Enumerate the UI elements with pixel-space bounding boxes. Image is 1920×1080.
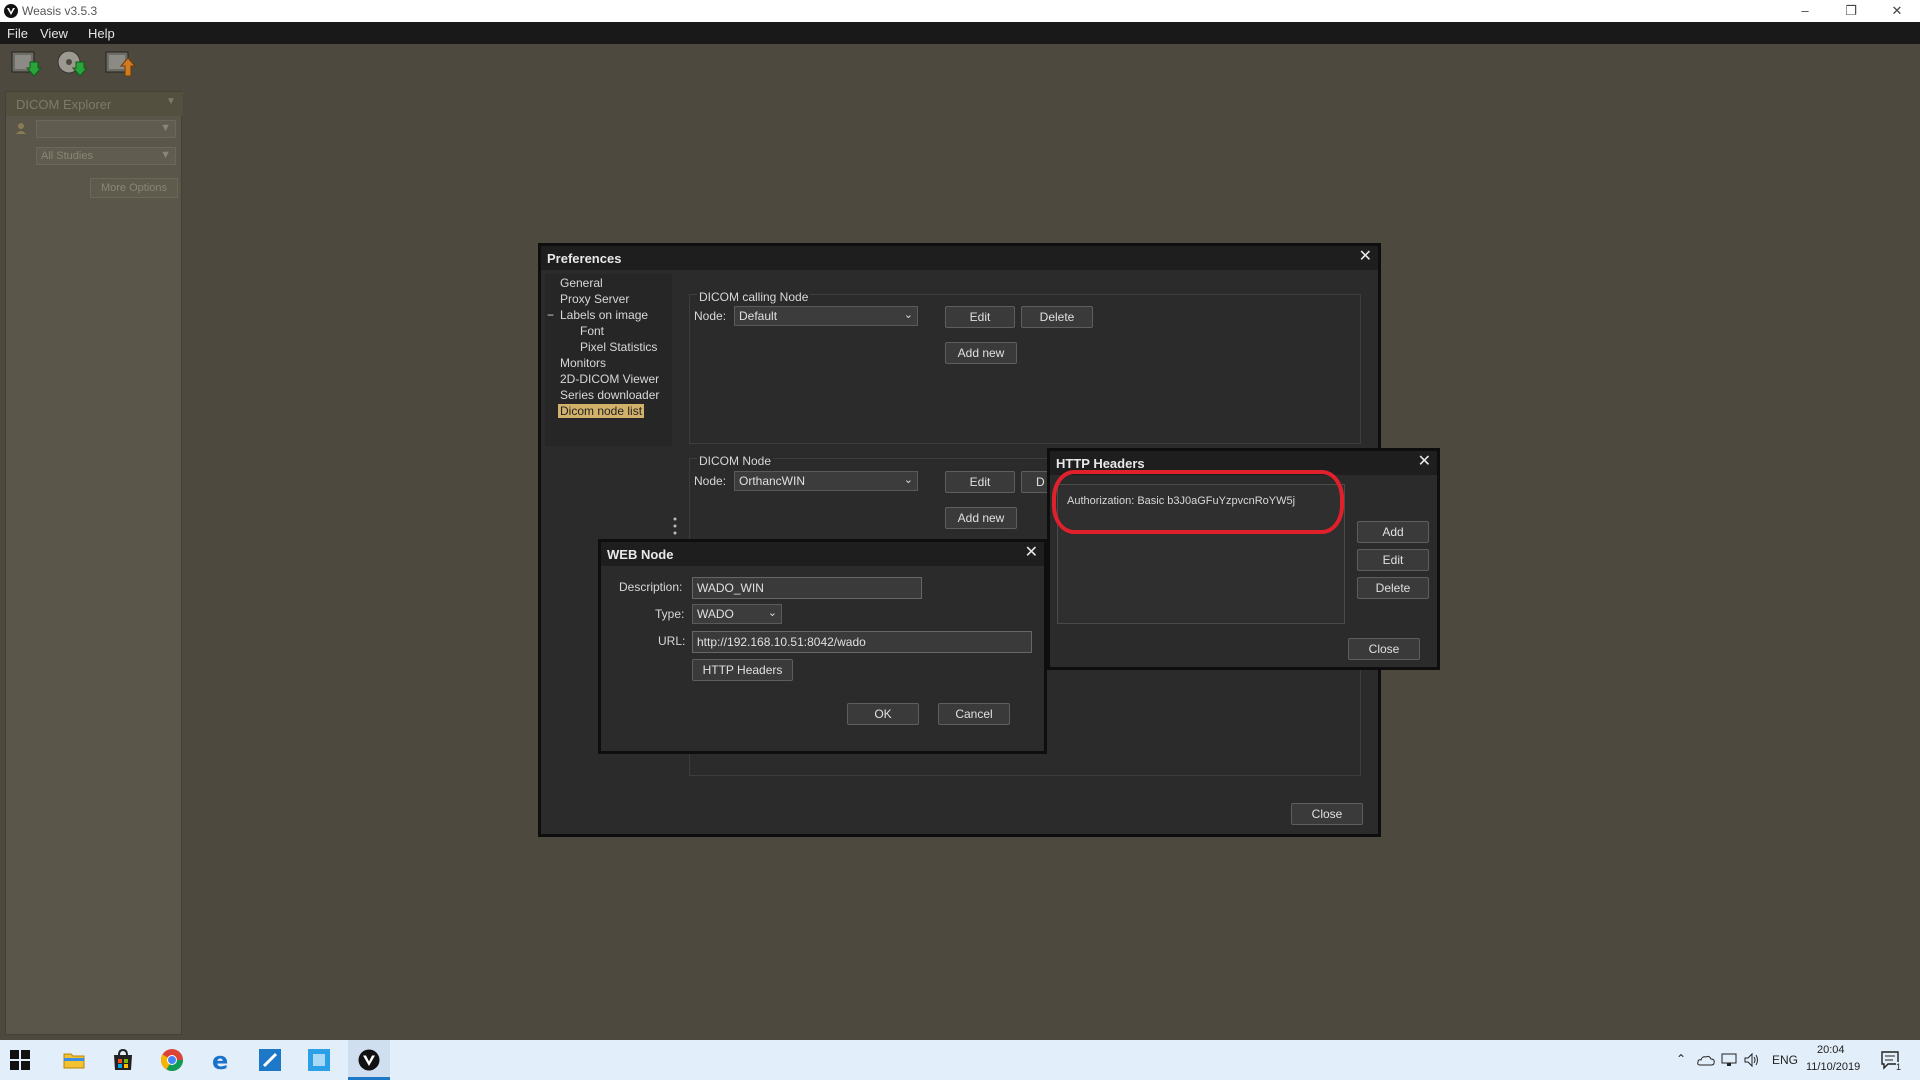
type-label: Type: — [655, 607, 685, 621]
tree-item-monitors[interactable]: Monitors — [560, 356, 606, 370]
main-toolbar — [0, 44, 1920, 84]
http-headers-button[interactable]: HTTP Headers — [692, 659, 793, 681]
patient-icon — [16, 123, 26, 134]
minimize-button[interactable]: – — [1782, 0, 1828, 22]
tree-item-series-downloader[interactable]: Series downloader — [560, 388, 659, 402]
calling-node-group-label: DICOM calling Node — [697, 290, 811, 304]
windows-start-icon[interactable] — [10, 1050, 30, 1070]
menu-help[interactable]: Help — [88, 26, 115, 41]
window-title: Weasis v3.5.3 — [22, 4, 98, 18]
dicom-node-group-label: DICOM Node — [697, 454, 774, 468]
calling-node-add-new-button[interactable]: Add new — [945, 342, 1017, 364]
chrome-icon[interactable] — [160, 1048, 184, 1072]
more-options-button[interactable]: More Options — [90, 178, 178, 198]
app-icon-lightblue[interactable] — [307, 1048, 331, 1072]
dicom-explorer-panel: DICOM Explorer ▼ ▼ All Studies ▼ More Op… — [5, 91, 183, 1035]
onedrive-icon[interactable] — [1697, 1053, 1715, 1067]
menu-file[interactable]: File — [7, 26, 28, 41]
restore-button[interactable]: ❐ — [1828, 0, 1874, 22]
studies-combo[interactable]: All Studies ▼ — [36, 147, 176, 165]
svg-text:e: e — [212, 1048, 228, 1072]
tree-item-dicom-node-list[interactable]: Dicom node list — [558, 404, 645, 418]
dicom-node-edit-button[interactable]: Edit — [945, 471, 1015, 493]
clock-date[interactable]: 11/10/2019 — [1806, 1061, 1860, 1073]
preferences-title: Preferences — [547, 251, 622, 266]
preferences-tree: General Proxy Server − Labels on image F… — [545, 274, 672, 446]
headers-add-button[interactable]: Add — [1357, 521, 1429, 543]
tree-item-proxy-server[interactable]: Proxy Server — [560, 292, 629, 306]
chevron-down-icon: ▼ — [160, 149, 171, 161]
description-label: Description: — [619, 580, 683, 594]
url-label: URL: — [658, 634, 686, 648]
headers-edit-button[interactable]: Edit — [1357, 549, 1429, 571]
tree-item-labels-on-image[interactable]: Labels on image — [560, 308, 648, 322]
calling-node-edit-button[interactable]: Edit — [945, 306, 1015, 328]
volume-icon[interactable] — [1743, 1052, 1761, 1068]
tree-expander[interactable]: − — [547, 308, 554, 322]
url-field[interactable]: http://192.168.10.51:8042/wado — [692, 631, 1032, 653]
export-dicom-icon[interactable] — [104, 48, 136, 80]
window-titlebar: Weasis v3.5.3 – ❐ ✕ — [0, 0, 1920, 22]
dicom-node-label: Node: — [694, 474, 727, 488]
network-icon[interactable] — [1721, 1053, 1737, 1067]
ok-button[interactable]: OK — [847, 703, 919, 725]
tray-chevron-up-icon[interactable]: ⌃ — [1676, 1052, 1686, 1066]
edge-icon[interactable]: e — [209, 1048, 233, 1072]
tree-item-font[interactable]: Font — [580, 324, 604, 338]
close-icon[interactable]: ✕ — [1418, 454, 1431, 470]
patient-combo[interactable]: ▼ — [36, 120, 176, 138]
close-icon[interactable]: ✕ — [1359, 249, 1372, 265]
preferences-close-button[interactable]: Close — [1291, 803, 1363, 825]
type-combo[interactable]: WADO ⌄ — [692, 604, 782, 624]
import-dicom-cd-icon[interactable] — [56, 48, 88, 80]
dicom-node-combo[interactable]: OrthancWIN ⌄ — [734, 471, 918, 491]
web-node-dialog: WEB Node ✕ Description: WADO_WIN Type: W… — [598, 539, 1047, 754]
notification-count: 1 — [1896, 1062, 1902, 1072]
preferences-titlebar: Preferences ✕ — [541, 246, 1378, 270]
menu-view[interactable]: View — [40, 26, 68, 41]
tree-item-general[interactable]: General — [560, 276, 603, 290]
weasis-logo-icon — [4, 4, 18, 18]
store-icon[interactable] — [111, 1048, 135, 1072]
taskbar-weasis-active[interactable] — [348, 1040, 390, 1080]
chevron-down-icon[interactable]: ▼ — [166, 96, 176, 107]
window-close-button[interactable]: ✕ — [1874, 0, 1920, 22]
clock-time[interactable]: 20:04 — [1817, 1044, 1845, 1056]
tree-item-pixel-statistics[interactable]: Pixel Statistics — [580, 340, 657, 354]
cancel-button[interactable]: Cancel — [938, 703, 1010, 725]
import-dicom-icon[interactable] — [10, 48, 42, 80]
headers-close-button[interactable]: Close — [1348, 638, 1420, 660]
calling-node-delete-button[interactable]: Delete — [1021, 306, 1093, 328]
close-icon[interactable]: ✕ — [1025, 545, 1038, 561]
tree-item-2d-dicom-viewer[interactable]: 2D-DICOM Viewer — [560, 372, 659, 386]
headers-delete-button[interactable]: Delete — [1357, 577, 1429, 599]
calling-node-combo[interactable]: Default ⌄ — [734, 306, 918, 326]
dicom-explorer-tab-label: DICOM Explorer — [16, 97, 112, 112]
highlight-annotation — [1052, 470, 1344, 534]
menubar: File View Help — [0, 22, 1920, 44]
app-icon-blue[interactable] — [258, 1048, 282, 1072]
web-node-title: WEB Node — [607, 547, 674, 562]
file-explorer-icon[interactable] — [62, 1048, 86, 1072]
dicom-explorer-tab[interactable]: DICOM Explorer ▼ — [6, 92, 183, 116]
chevron-down-icon: ⌄ — [903, 309, 913, 321]
http-headers-title: HTTP Headers — [1056, 456, 1145, 471]
web-node-titlebar: WEB Node ✕ — [601, 542, 1044, 566]
chevron-down-icon: ⌄ — [767, 607, 777, 619]
chevron-down-icon: ⌄ — [903, 474, 913, 486]
description-field[interactable]: WADO_WIN — [692, 577, 922, 599]
language-indicator[interactable]: ENG — [1772, 1053, 1798, 1067]
chevron-down-icon: ▼ — [160, 122, 171, 134]
dicom-node-add-new-button[interactable]: Add new — [945, 507, 1017, 529]
taskbar: e ⌃ ENG 20:04 11/10/2019 1 — [0, 1040, 1920, 1080]
weasis-logo-icon — [358, 1049, 380, 1071]
calling-node-label: Node: — [694, 309, 727, 323]
